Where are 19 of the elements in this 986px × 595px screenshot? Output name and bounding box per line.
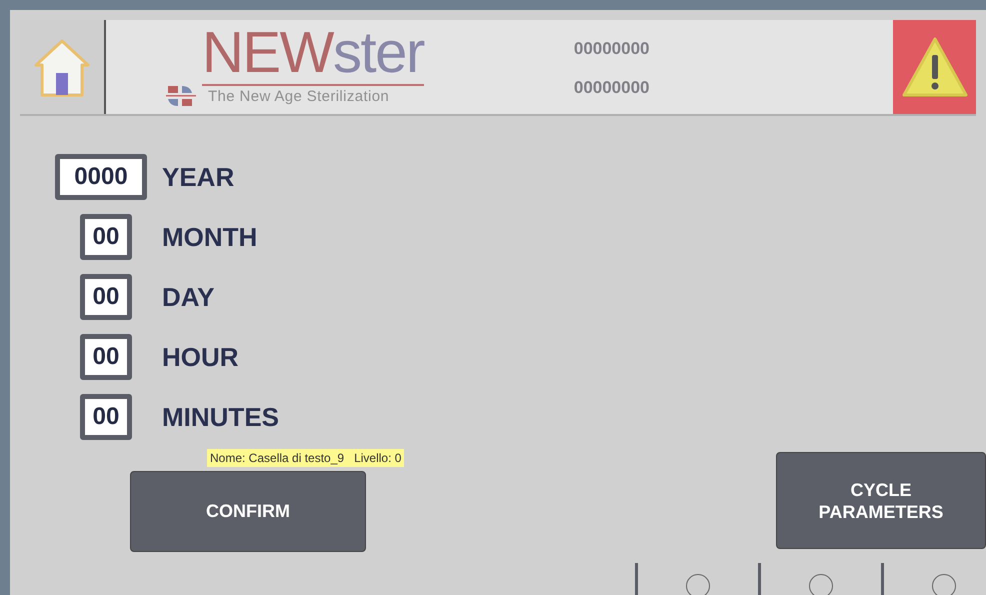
logo-tagline: The New Age Sterilization: [207, 86, 390, 106]
code-value: 00000000: [574, 77, 650, 99]
warning-icon: [900, 35, 970, 99]
cycle-parameters-button[interactable]: CYCLE PARAMETERS: [776, 452, 986, 549]
field-label: MONTH: [162, 220, 258, 254]
field-label: HOUR: [162, 340, 239, 374]
value-field[interactable]: 00: [80, 214, 132, 260]
code-value: 00000000: [574, 38, 650, 60]
alarm-button[interactable]: [893, 20, 976, 114]
field-label: YEAR: [162, 160, 234, 194]
value-field[interactable]: 0000: [55, 154, 147, 200]
field-label: MINUTES: [162, 400, 279, 434]
tooltip: Nome: Casella di testo_9 Livello: 0: [207, 449, 404, 467]
value-field[interactable]: 00: [80, 394, 132, 440]
value-field[interactable]: 00: [80, 274, 132, 320]
confirm-button[interactable]: CONFIRM: [130, 471, 366, 552]
value-field[interactable]: 00: [80, 334, 132, 380]
field-label: DAY: [162, 280, 215, 314]
logo-wordmark: NEWster: [202, 24, 424, 86]
